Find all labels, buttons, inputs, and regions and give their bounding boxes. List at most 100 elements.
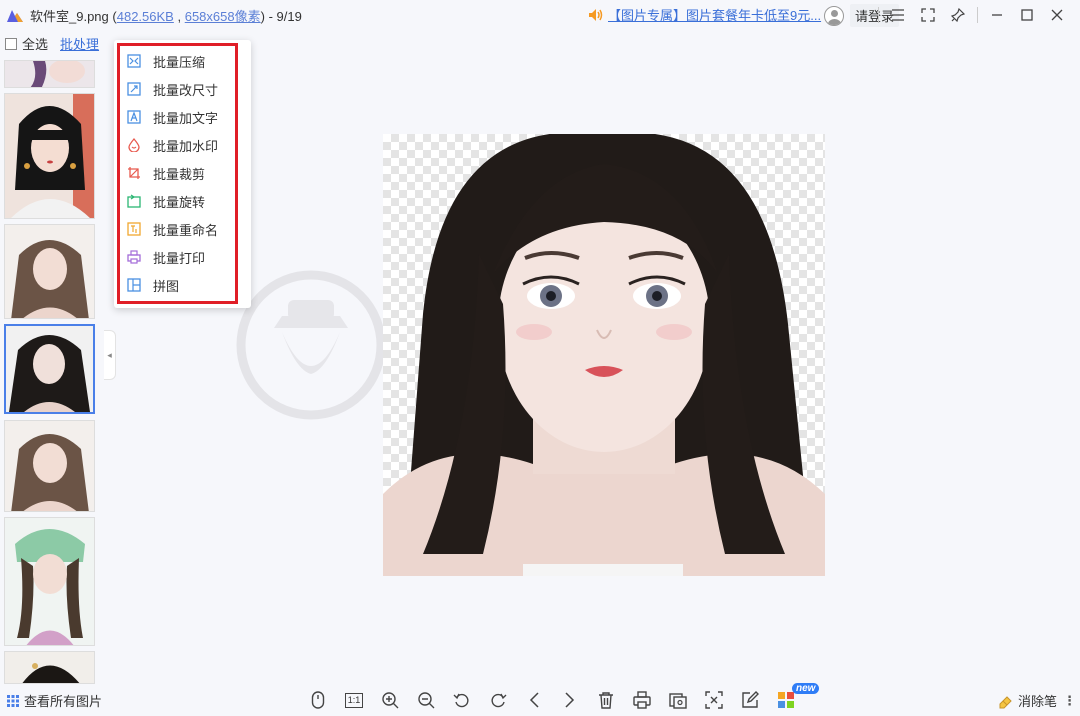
rotate-left-button[interactable] xyxy=(444,688,480,712)
menu-item-label: 批量加水印 xyxy=(153,138,219,154)
mouse-icon xyxy=(311,691,325,709)
menu-item-batch-add-text[interactable]: 批量加文字 xyxy=(127,107,218,127)
select-all-checkbox[interactable] xyxy=(5,37,17,50)
fullscreen-icon[interactable] xyxy=(913,4,943,26)
batch-process-link[interactable]: 批处理 xyxy=(60,34,99,53)
compress-icon xyxy=(127,54,141,68)
more-options-icon[interactable]: ⋮ xyxy=(1063,693,1076,709)
ocr-button[interactable] xyxy=(696,688,732,712)
scan-text-icon xyxy=(705,691,723,709)
menu-item-label: 批量重命名 xyxy=(153,222,219,238)
thumbnail[interactable] xyxy=(4,60,95,88)
menu-item-batch-watermark[interactable]: 批量加水印 xyxy=(127,135,218,155)
previous-image-button[interactable] xyxy=(516,688,552,712)
eraser-label: 消除笔 xyxy=(1017,694,1057,709)
edit-button[interactable] xyxy=(732,688,768,712)
resize-icon xyxy=(127,82,141,96)
mouse-mode-button[interactable] xyxy=(300,688,336,712)
menu-item-collage[interactable]: 拼图 xyxy=(127,275,179,295)
add-text-icon xyxy=(127,110,141,124)
portrait-image xyxy=(383,134,825,576)
eraser-icon xyxy=(999,695,1012,708)
maximize-icon[interactable] xyxy=(1012,4,1042,26)
zoom-out-button[interactable] xyxy=(408,688,444,712)
thumbnail[interactable] xyxy=(4,651,95,684)
collapse-sidebar-handle[interactable]: ◂ xyxy=(104,330,116,380)
rotate-icon xyxy=(127,194,141,208)
promo-link[interactable]: 【图片专属】图片套餐年卡低至9元... xyxy=(608,5,821,24)
thumbnail[interactable] xyxy=(4,224,95,319)
save-as-button[interactable] xyxy=(660,688,696,712)
select-all-label[interactable]: 全选 xyxy=(22,34,48,53)
window-controls xyxy=(874,4,1072,26)
watermark-icon xyxy=(128,138,140,152)
zoom-in-icon xyxy=(382,692,399,709)
thumbnail[interactable] xyxy=(4,517,95,646)
speaker-icon xyxy=(589,8,603,21)
next-image-button[interactable] xyxy=(552,688,588,712)
view-all-label: 查看所有图片 xyxy=(24,694,103,709)
promo-banner[interactable]: 【图片专属】图片套餐年卡低至9元... xyxy=(588,5,821,24)
image-canvas[interactable] xyxy=(383,134,825,576)
thumbnail-sidebar: 全选 批处理 xyxy=(0,30,104,684)
menu-item-batch-print[interactable]: 批量打印 xyxy=(127,247,205,267)
zoom-in-button[interactable] xyxy=(372,688,408,712)
image-position: - 9/19 xyxy=(268,8,302,24)
rotate-right-icon xyxy=(491,693,507,708)
printer-icon xyxy=(633,691,651,709)
rename-icon xyxy=(127,222,141,236)
menu-item-batch-compress[interactable]: 批量压缩 xyxy=(127,51,205,71)
menu-item-label: 批量加文字 xyxy=(153,110,219,126)
divider xyxy=(977,7,978,23)
menu-item-batch-crop[interactable]: 批量裁剪 xyxy=(127,163,205,183)
print-button[interactable] xyxy=(624,688,660,712)
apps-icon xyxy=(778,692,794,708)
title-comma: , xyxy=(177,8,182,24)
minimize-icon[interactable] xyxy=(982,4,1012,26)
zoom-out-icon xyxy=(418,692,435,709)
rotate-left-icon xyxy=(453,693,469,708)
menu-item-batch-rotate[interactable]: 批量旋转 xyxy=(127,191,205,211)
app-logo-icon xyxy=(7,10,23,22)
file-name: 软件室_9.png xyxy=(30,8,109,24)
menu-item-label: 批量打印 xyxy=(153,250,206,266)
chevron-left-icon: ◂ xyxy=(107,349,112,360)
thumbnail[interactable] xyxy=(4,93,95,219)
menu-item-label: 批量裁剪 xyxy=(153,166,206,182)
new-badge: new xyxy=(792,683,820,694)
avatar-icon[interactable] xyxy=(824,5,844,26)
ratio-icon: 1:1 xyxy=(344,692,364,708)
save-image-icon xyxy=(669,693,687,709)
print-icon xyxy=(127,250,141,264)
crop-icon xyxy=(128,167,140,179)
menu-item-batch-resize[interactable]: 批量改尺寸 xyxy=(127,79,218,99)
thumbnail-selected[interactable] xyxy=(4,324,95,414)
menu-icon[interactable] xyxy=(883,4,913,26)
menu-item-label: 拼图 xyxy=(153,278,180,294)
chevron-right-icon xyxy=(565,692,575,708)
select-row: 全选 批处理 xyxy=(5,34,99,53)
view-all-images-button[interactable]: 查看所有图片 xyxy=(6,691,102,710)
watermark-logo-icon xyxy=(236,270,386,420)
dimensions-link[interactable]: 658x658像素 xyxy=(185,9,261,24)
eraser-pen-button[interactable]: 消除笔 ⋮ xyxy=(998,691,1076,710)
divider xyxy=(878,7,879,23)
image-tools: 1:1 xyxy=(300,688,804,712)
menu-item-batch-rename[interactable]: 批量重命名 xyxy=(127,219,218,239)
bottom-toolbar: 查看所有图片 1:1 new 消除笔 ⋮ xyxy=(0,683,1080,716)
trash-icon xyxy=(599,692,613,709)
rotate-right-button[interactable] xyxy=(480,688,516,712)
file-size-link[interactable]: 482.56KB xyxy=(117,9,174,24)
thumbnail[interactable] xyxy=(4,420,95,512)
delete-button[interactable] xyxy=(588,688,624,712)
grid-icon xyxy=(7,694,19,707)
menu-item-label: 批量旋转 xyxy=(153,194,206,210)
collage-icon xyxy=(127,278,141,292)
window-title: 软件室_9.png (482.56KB , 658x658像素) - 9/19 xyxy=(30,6,302,25)
pin-icon[interactable] xyxy=(943,4,973,26)
menu-item-label: 批量改尺寸 xyxy=(153,82,219,98)
close-icon[interactable] xyxy=(1042,4,1072,26)
actual-size-button[interactable]: 1:1 xyxy=(336,688,372,712)
title-paren-close: ) xyxy=(260,8,265,24)
chevron-left-icon xyxy=(529,692,539,708)
